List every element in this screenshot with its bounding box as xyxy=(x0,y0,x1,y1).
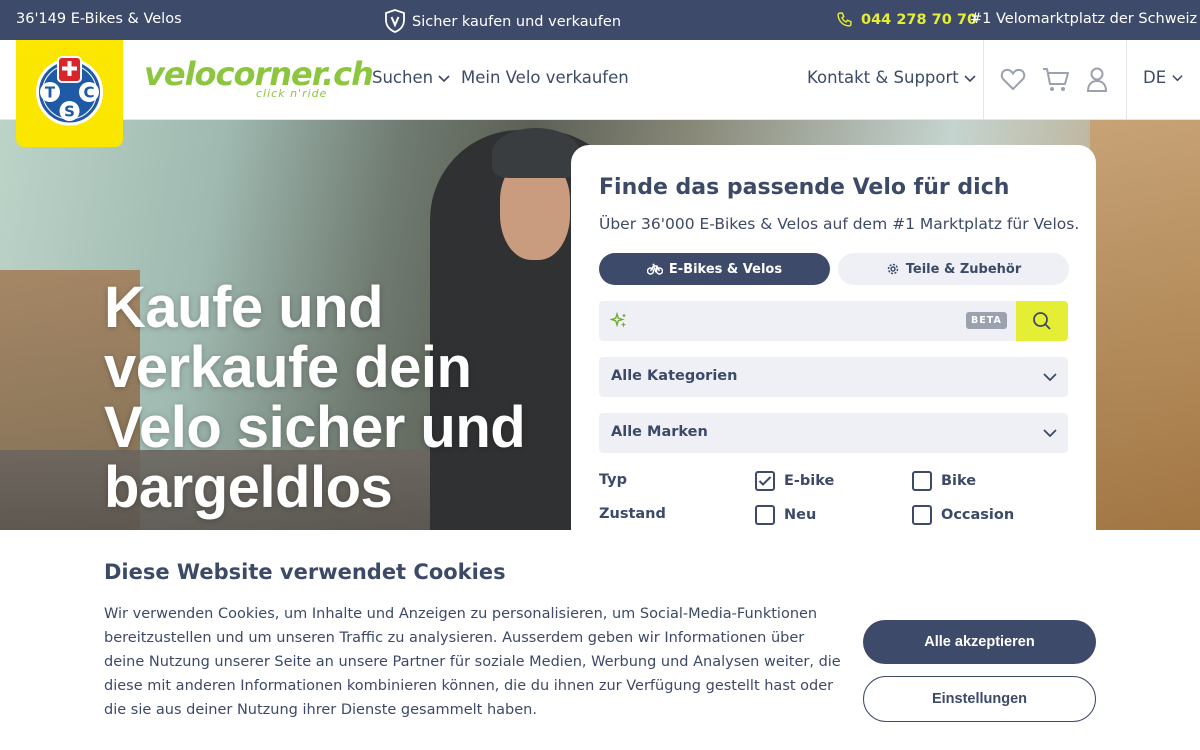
checkbox-box[interactable] xyxy=(755,505,775,525)
nav-kontakt-support[interactable]: Kontakt & Support xyxy=(807,68,977,87)
chevron-down-icon xyxy=(1172,75,1183,82)
category-select-value: Alle Kategorien xyxy=(611,368,738,384)
tcs-letter-s: S xyxy=(64,103,75,121)
chevron-down-icon xyxy=(1043,373,1057,382)
secure-text: Sicher kaufen und verkaufen xyxy=(412,13,622,30)
tcs-letter-c: C xyxy=(83,84,94,102)
cookie-banner: Diese Website verwendet Cookies Wir verw… xyxy=(0,530,1200,750)
checkbox-box[interactable] xyxy=(912,505,932,525)
brand-select-value: Alle Marken xyxy=(611,424,708,440)
chevron-down-icon xyxy=(438,74,450,82)
listing-count: 36'149 E-Bikes & Velos xyxy=(16,11,182,27)
tcs-emblem-icon: T C S xyxy=(36,56,103,126)
checkbox-box[interactable] xyxy=(912,471,932,491)
phone-icon xyxy=(837,12,852,27)
search-card: Finde das passende Velo für dich Über 36… xyxy=(571,145,1096,565)
hero-headline: Kaufe und verkaufe dein Velo sicher und … xyxy=(104,275,526,520)
chevron-down-icon xyxy=(1043,429,1057,438)
category-select[interactable]: Alle Kategorien xyxy=(599,357,1068,397)
checkbox-occasion-label: Occasion xyxy=(941,507,1015,523)
beta-badge: BETA xyxy=(966,312,1007,329)
search-card-subtitle: Über 36'000 E-Bikes & Velos auf dem #1 M… xyxy=(599,215,1080,233)
checkmark-icon xyxy=(758,476,772,486)
search-icon xyxy=(1033,312,1051,330)
nav-suchen[interactable]: Suchen xyxy=(372,68,451,87)
main-header: velocorner.ch click n'ride Suchen Mein V… xyxy=(0,40,1200,120)
brand-name: velocorner.ch xyxy=(144,55,374,93)
heart-icon[interactable] xyxy=(1000,67,1026,91)
checkbox-bike-label: Bike xyxy=(941,473,977,489)
brand-select[interactable]: Alle Marken xyxy=(599,413,1068,453)
secure-trade-notice: Sicher kaufen und verkaufen xyxy=(384,9,621,33)
checkbox-bike[interactable]: Bike xyxy=(912,471,976,491)
chevron-down-icon xyxy=(964,74,976,82)
hero-image-helmet xyxy=(492,128,580,178)
header-divider xyxy=(983,40,984,120)
checkbox-neu-label: Neu xyxy=(784,507,817,523)
hero-image-trees xyxy=(1090,120,1200,530)
checkbox-occasion[interactable]: Occasion xyxy=(912,505,1014,525)
filter-label-typ: Typ xyxy=(599,472,628,488)
tab-teile-zubehoer[interactable]: Teile & Zubehör xyxy=(838,253,1069,285)
tab-parts-label: Teile & Zubehör xyxy=(905,261,1022,277)
search-input[interactable] xyxy=(635,301,955,341)
phone-number: 044 278 70 70 xyxy=(861,11,978,28)
tcs-logo[interactable]: T C S xyxy=(16,40,123,147)
checkbox-ebike-label: E-bike xyxy=(784,473,835,489)
search-field-wrapper: BETA xyxy=(599,301,1016,341)
gear-icon xyxy=(887,263,898,275)
sparkle-icon xyxy=(610,312,626,328)
velocorner-logo[interactable]: velocorner.ch click n'ride xyxy=(144,55,374,100)
bicycle-icon xyxy=(646,263,663,275)
search-card-title: Finde das passende Velo für dich xyxy=(599,175,1010,200)
nav-verkaufen-label: Mein Velo verkaufen xyxy=(461,68,629,87)
checkbox-ebike[interactable]: E-bike xyxy=(755,471,834,491)
filter-label-zustand: Zustand xyxy=(599,506,666,522)
tcs-letter-t: T xyxy=(45,84,56,102)
nav-suchen-label: Suchen xyxy=(372,68,434,87)
accept-all-button[interactable]: Alle akzeptieren xyxy=(863,620,1096,664)
top-info-bar: 36'149 E-Bikes & Velos Sicher kaufen und… xyxy=(0,0,1200,40)
user-icon[interactable] xyxy=(1086,67,1108,93)
language-switch[interactable]: DE xyxy=(1143,68,1184,87)
tagline: #1 Velomarktplatz der Schweiz xyxy=(970,11,1198,27)
phone-link[interactable]: 044 278 70 70 xyxy=(836,11,977,28)
cookie-title: Diese Website verwendet Cookies xyxy=(104,560,506,584)
cookie-text: Wir verwenden Cookies, um Inhalte und An… xyxy=(104,606,841,718)
shield-v-icon xyxy=(385,9,405,33)
nav-kontakt-label: Kontakt & Support xyxy=(807,68,959,87)
checkbox-neu[interactable]: Neu xyxy=(755,505,816,525)
tab-ebikes-label: E-Bikes & Velos xyxy=(668,261,783,277)
cookie-settings-button[interactable]: Einstellungen xyxy=(863,676,1096,722)
tab-ebikes-velos[interactable]: E-Bikes & Velos xyxy=(599,253,830,285)
nav-mein-velo-verkaufen[interactable]: Mein Velo verkaufen xyxy=(461,68,629,87)
cart-icon[interactable] xyxy=(1042,67,1070,93)
checkbox-box-checked[interactable] xyxy=(755,471,775,491)
search-button[interactable] xyxy=(1016,301,1068,341)
language-label: DE xyxy=(1143,68,1167,87)
header-divider xyxy=(1126,40,1127,120)
